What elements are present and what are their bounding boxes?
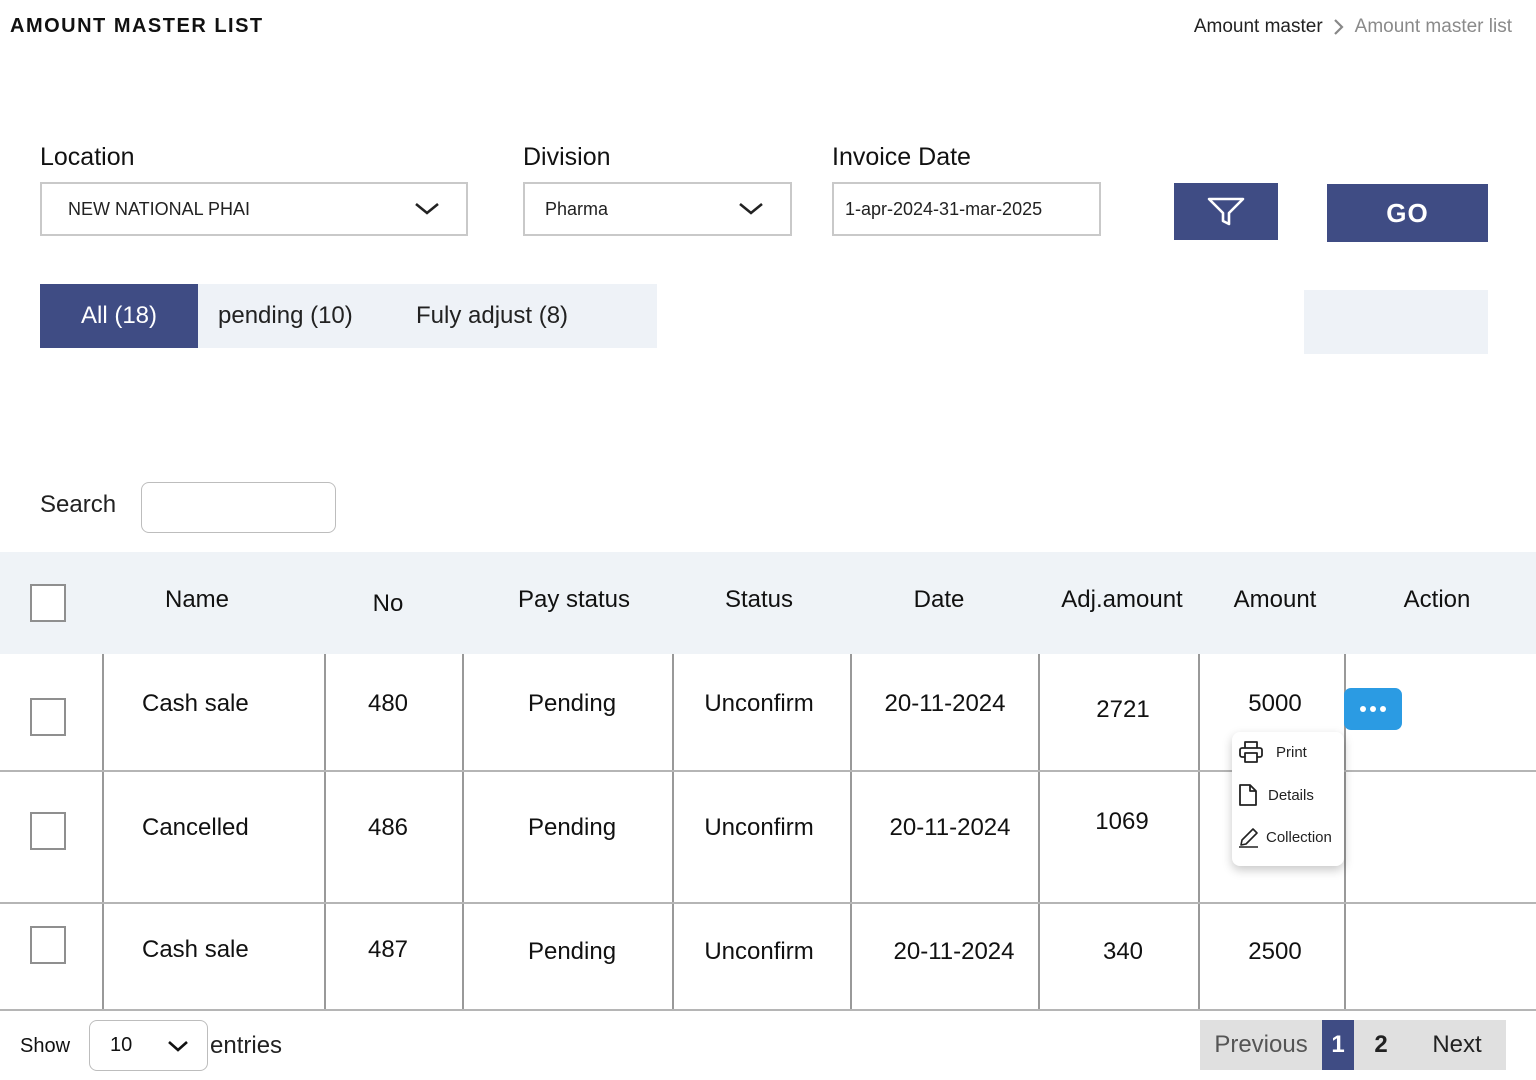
tab-all[interactable]: All (18) [40, 284, 198, 348]
tab-pending[interactable]: pending (10) [198, 284, 416, 348]
row-divider [0, 1009, 1536, 1011]
cell-adj-amount: 1069 [1095, 808, 1149, 835]
more-actions-button[interactable] [1344, 688, 1402, 730]
column-divider [850, 654, 852, 1010]
division-select[interactable]: Pharma [523, 182, 792, 236]
page-1-button[interactable]: 1 [1322, 1020, 1354, 1070]
select-all-checkbox[interactable] [30, 584, 66, 622]
cell-no: 486 [367, 814, 409, 841]
row-checkbox[interactable] [30, 926, 66, 964]
column-divider [672, 654, 674, 1010]
chevron-down-icon [168, 1040, 188, 1052]
column-header-adj-amount[interactable]: Adj.amount [1061, 586, 1182, 614]
document-icon [1239, 784, 1257, 806]
show-label: Show [20, 1035, 71, 1057]
chevron-down-icon [739, 202, 763, 215]
column-divider [324, 654, 326, 1010]
column-header-no[interactable]: No [373, 590, 404, 618]
entries-per-page-select[interactable]: 10 [89, 1020, 208, 1071]
go-button[interactable]: GO [1327, 184, 1488, 242]
breadcrumb-item-current: Amount master list [1354, 16, 1512, 37]
filter-button[interactable] [1174, 183, 1278, 240]
previous-page-button[interactable]: Previous [1200, 1020, 1322, 1070]
cell-amount: 2500 [1248, 938, 1302, 965]
cell-pay-status: Pending [527, 690, 617, 717]
cell-adj-amount: 2721 [1096, 696, 1150, 723]
cell-adj-amount: 340 [1102, 938, 1144, 965]
breadcrumb: Amount master Amount master list [1194, 16, 1512, 38]
pagination: Previous 1 2 Next [1200, 1020, 1506, 1070]
entries-value: 10 [110, 1034, 133, 1056]
menu-item-print[interactable]: Print [1238, 740, 1307, 764]
row-checkbox[interactable] [30, 812, 66, 850]
invoice-date-label: Invoice Date [832, 143, 971, 171]
column-header-name[interactable]: Name [165, 586, 229, 614]
location-select[interactable]: NEW NATIONAL PHAI [40, 182, 468, 236]
status-tabs: All (18) pending (10) Fuly adjust (8) [40, 284, 657, 348]
cell-name: Cash sale [142, 936, 249, 963]
menu-item-collection[interactable]: Collection [1238, 826, 1332, 848]
cell-no: 480 [367, 690, 409, 717]
cell-name: Cancelled [142, 814, 249, 841]
column-divider [1198, 654, 1200, 1010]
column-divider [462, 654, 464, 1010]
search-input[interactable] [141, 482, 336, 533]
cell-amount: 5000 [1248, 690, 1302, 717]
breadcrumb-item-amount-master[interactable]: Amount master [1194, 16, 1323, 38]
row-divider [0, 902, 1536, 904]
cell-no: 487 [367, 936, 409, 963]
column-header-date[interactable]: Date [914, 586, 965, 614]
location-value: NEW NATIONAL PHAI [68, 198, 251, 219]
column-divider [1038, 654, 1040, 1010]
invoice-date-value: 1-apr-2024-31-mar-2025 [845, 198, 1043, 219]
location-label: Location [40, 143, 135, 171]
division-value: Pharma [545, 198, 609, 219]
cell-date: 20-11-2024 [884, 690, 1006, 717]
dot-icon [1370, 706, 1376, 712]
column-header-action: Action [1403, 586, 1471, 613]
empty-panel [1304, 290, 1488, 354]
tab-fully-adjust[interactable]: Fuly adjust (8) [416, 284, 568, 348]
cell-pay-status: Pending [527, 938, 617, 965]
column-header-amount[interactable]: Amount [1234, 586, 1317, 614]
menu-item-label: Details [1268, 786, 1314, 804]
column-divider [102, 654, 104, 1010]
page-2-button[interactable]: 2 [1354, 1020, 1408, 1070]
pencil-icon [1239, 828, 1258, 848]
filter-icon [1207, 197, 1245, 225]
dot-icon [1380, 706, 1386, 712]
dot-icon [1360, 706, 1366, 712]
chevron-down-icon [415, 202, 439, 215]
menu-item-details[interactable]: Details [1238, 783, 1314, 807]
entries-label: entries [210, 1032, 283, 1059]
cell-date: 20-11-2024 [889, 814, 1011, 841]
cell-pay-status: Pending [527, 814, 617, 841]
action-menu: Print Details Collection [1232, 732, 1344, 866]
page-title: AMOUNT MASTER LIST [10, 15, 264, 37]
next-page-button[interactable]: Next [1408, 1020, 1506, 1070]
cell-date: 20-11-2024 [893, 938, 1015, 965]
search-label: Search [40, 491, 117, 518]
row-checkbox[interactable] [30, 698, 66, 736]
chevron-right-icon [1333, 19, 1344, 35]
division-label: Division [523, 143, 611, 171]
column-header-pay-status[interactable]: Pay status [518, 586, 630, 614]
menu-item-label: Collection [1266, 828, 1332, 846]
cell-status: Unconfirm [704, 690, 814, 717]
cell-name: Cash sale [142, 690, 249, 717]
column-header-status[interactable]: Status [725, 586, 793, 614]
cell-status: Unconfirm [704, 938, 814, 965]
invoice-date-input[interactable]: 1-apr-2024-31-mar-2025 [832, 182, 1101, 236]
menu-item-label: Print [1276, 743, 1307, 761]
cell-status: Unconfirm [704, 814, 814, 841]
printer-icon [1239, 741, 1263, 763]
